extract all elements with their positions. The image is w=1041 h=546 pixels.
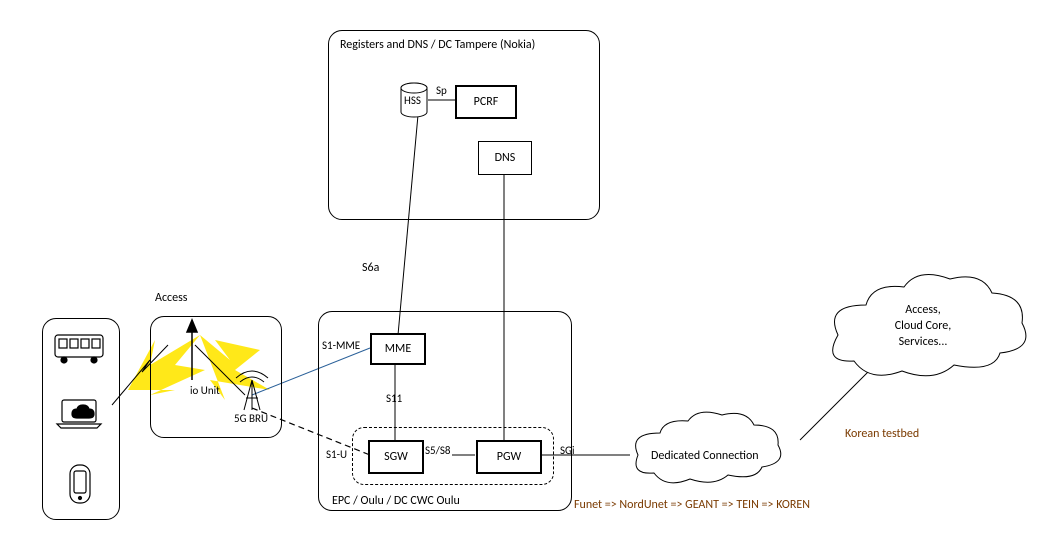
access-devices-group [42,318,120,520]
mme-node: MME [370,333,426,365]
access-title: Access [155,291,187,305]
korea-line-2: Cloud Core, [858,318,988,334]
epc-title: EPC / Oulu / DC CWC Oulu [332,494,460,508]
registers-dns-group [328,30,600,220]
pgw-node: PGW [476,440,542,474]
s1mme-link-label: S1-MME [322,339,360,352]
s1u-link-label: S1-U [326,448,347,461]
korean-testbed-label: Korean testbed [845,427,919,441]
pcrf-node: PCRF [455,85,517,119]
radio-unit-label: io Unit [190,384,220,397]
sgw-label: SGW [384,450,408,464]
korea-line-1: Access, [858,302,988,318]
sgw-node: SGW [368,440,424,474]
s11-link-label: S11 [386,392,402,405]
registers-dns-title: Registers and DNS / DC Tampere (Nokia) [340,38,535,52]
mme-label: MME [385,342,411,356]
dns-label: DNS [495,151,516,165]
hss-label: HSS [404,94,421,107]
bru-label: 5G BRU [234,412,268,425]
sgi-link-label: SGi [560,444,575,457]
s5s8-link-label: S5/S8 [424,444,452,457]
sp-link-label: Sp [436,84,447,97]
s6a-link-label: S6a [362,261,379,275]
footer-path-label: Funet => NordUnet => GEANT => TEIN => KO… [574,498,810,512]
korea-cloud-text: Access, Cloud Core, Services... [858,302,988,350]
dedicated-cloud-label: Dedicated Connection [651,449,759,463]
korea-line-3: Services... [858,334,988,350]
dns-node: DNS [478,141,532,175]
pcrf-label: PCRF [474,95,499,109]
pgw-label: PGW [497,450,521,464]
